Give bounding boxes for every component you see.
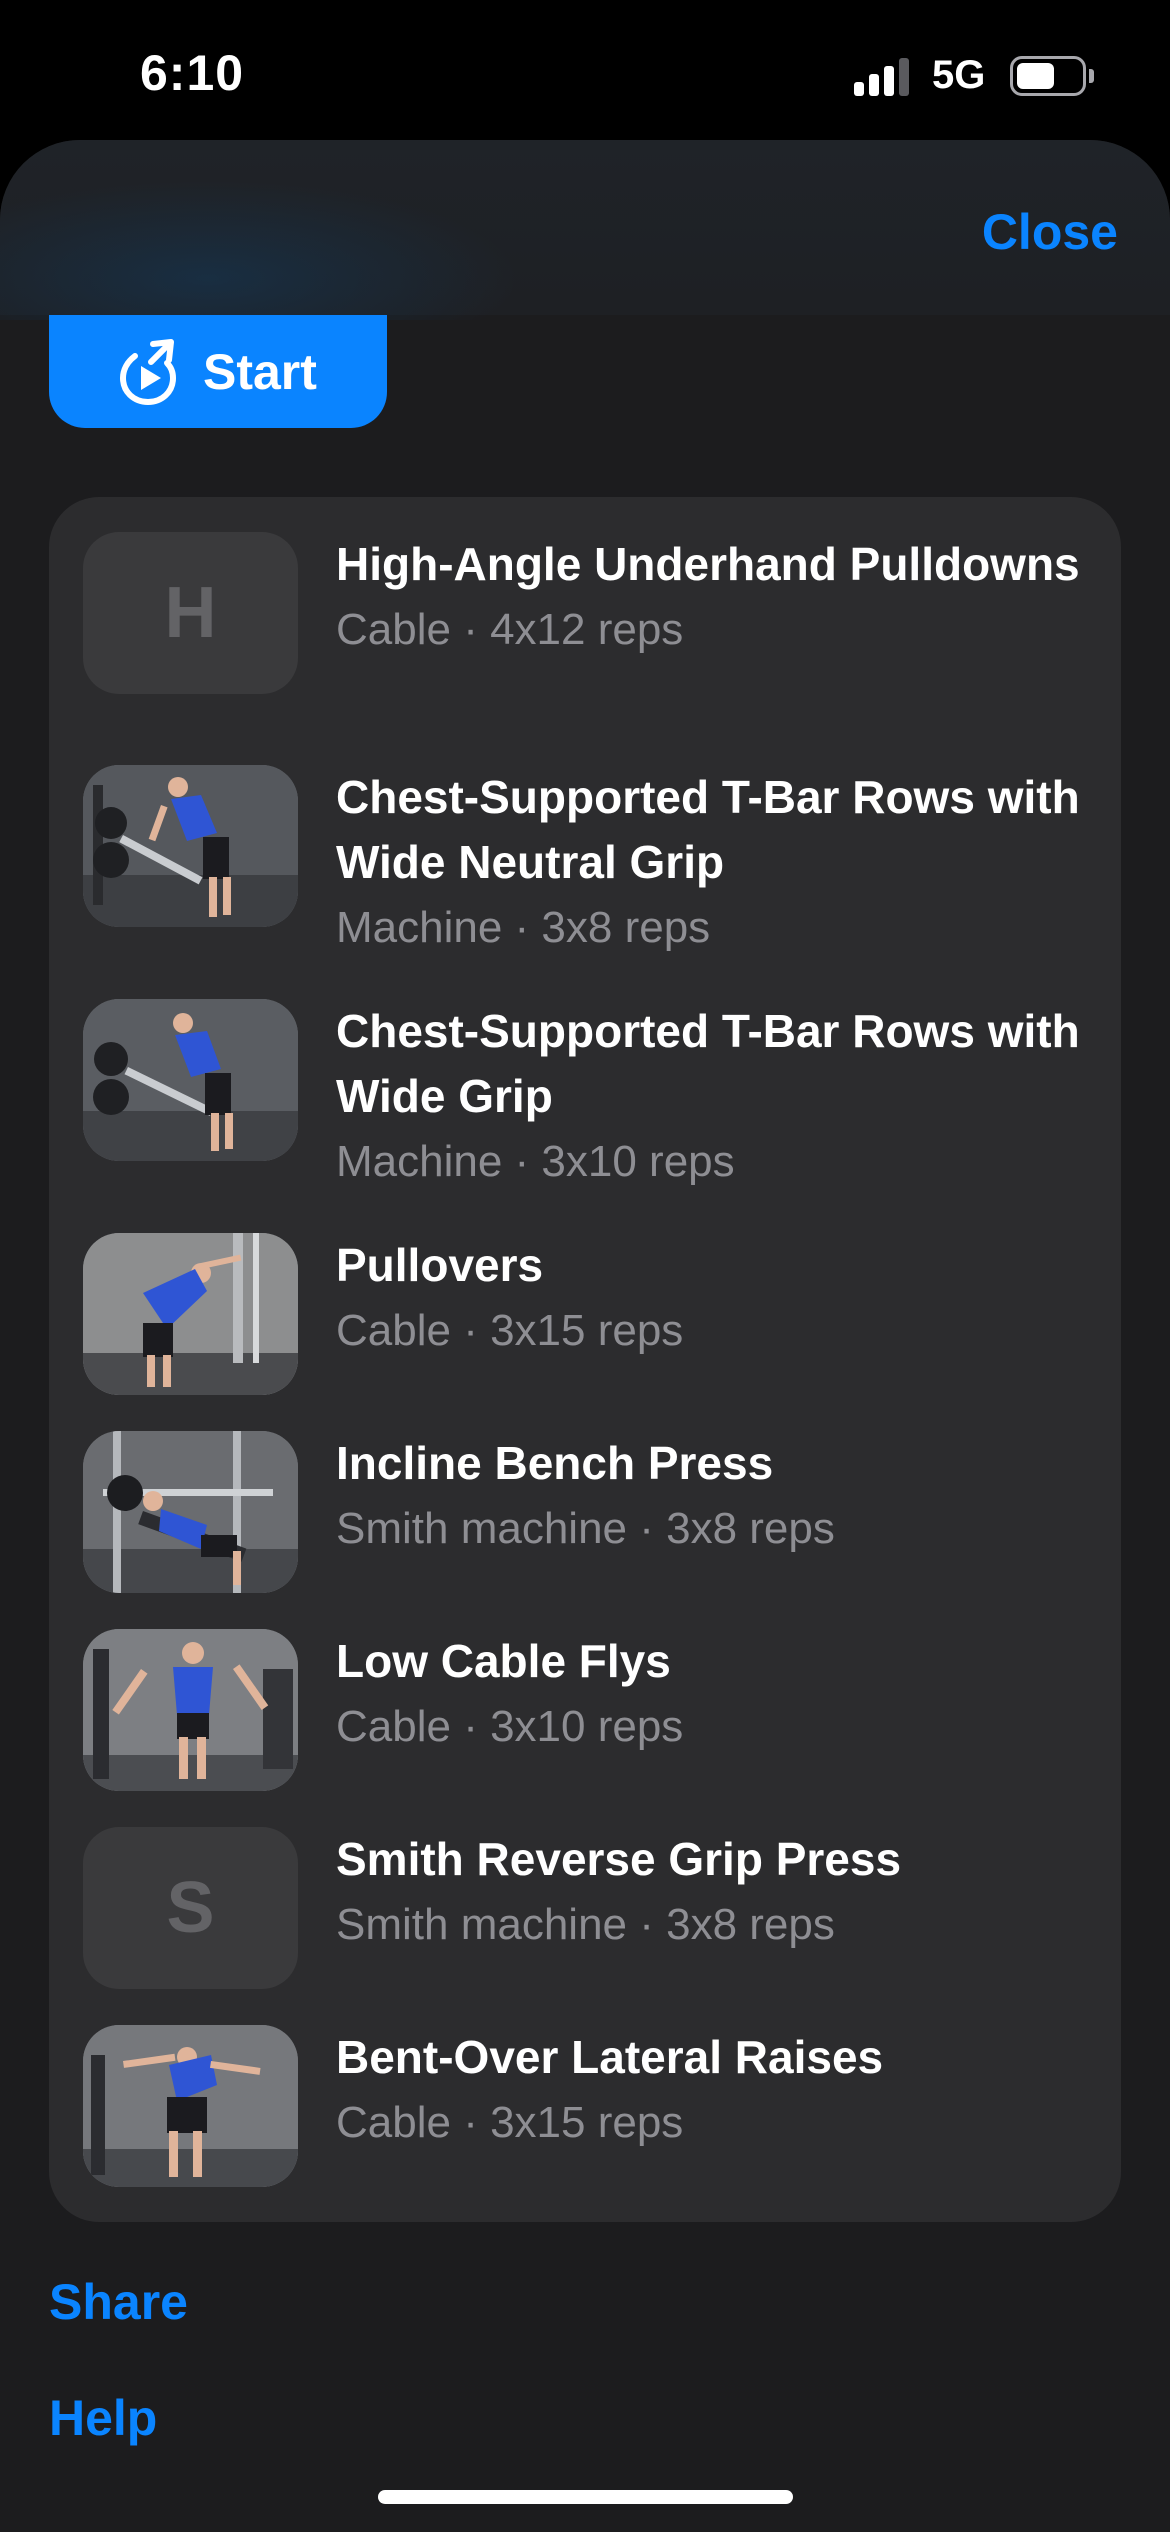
exercise-name: Bent-Over Lateral Raises [336, 2031, 884, 2083]
exercise-initial-placeholder: S [83, 1827, 298, 1989]
exercise-name: High-Angle Underhand Pulldowns [336, 538, 1080, 590]
exercise-name: Pullovers [336, 1239, 544, 1291]
cellular-signal-icon [854, 58, 914, 96]
exercise-detail: Machine · 3x8 reps [336, 903, 711, 952]
exercise-name: Chest-Supported T-Bar Rows with Wide Gri… [336, 1005, 1080, 1122]
help-button[interactable]: Help [49, 2389, 157, 2447]
exercise-thumbnail [83, 1233, 298, 1395]
exercise-thumbnail [83, 1431, 298, 1593]
exercise-thumbnail [83, 999, 298, 1161]
status-time: 6:10 [140, 45, 245, 101]
exercise-list: H High-Angle Underhand Pulldowns Cable ·… [49, 497, 1121, 2222]
exercise-detail: Smith machine · 3x8 reps [336, 1504, 835, 1553]
exercise-initial-placeholder: H [83, 532, 298, 694]
exercise-detail: Cable · 4x12 reps [336, 605, 684, 654]
exercise-name: Smith Reverse Grip Press [336, 1833, 902, 1885]
exercise-detail: Cable · 3x10 reps [336, 1702, 684, 1751]
exercise-detail: Machine · 3x10 reps [336, 1137, 735, 1186]
exercise-name: Low Cable Flys [336, 1635, 671, 1687]
exercise-detail: Smith machine · 3x8 reps [336, 1900, 835, 1949]
exercise-detail: Cable · 3x15 reps [336, 1306, 684, 1355]
battery-tip [1089, 69, 1094, 83]
home-indicator[interactable] [378, 2490, 793, 2504]
exercise-name: Incline Bench Press [336, 1437, 774, 1489]
battery-level [1017, 63, 1054, 89]
rocket-play-icon [119, 338, 177, 405]
battery-icon [1010, 56, 1086, 96]
exercise-detail: Cable · 3x15 reps [336, 2098, 684, 2147]
exercise-thumbnail [83, 1629, 298, 1791]
workout-sheet: Close Start H High-Angle Underhand Pulld… [0, 140, 1170, 2532]
exercise-thumbnail [83, 765, 298, 927]
start-button-label: Start [203, 343, 317, 400]
status-bar: 6:10 5G [0, 0, 1170, 140]
exercise-name: Chest-Supported T-Bar Rows with Wide Neu… [336, 771, 1080, 888]
close-button[interactable]: Close [982, 203, 1118, 261]
start-button[interactable]: Start [49, 315, 387, 428]
share-button[interactable]: Share [49, 2273, 188, 2331]
exercise-thumbnail [83, 2025, 298, 2187]
network-type: 5G [932, 53, 986, 97]
